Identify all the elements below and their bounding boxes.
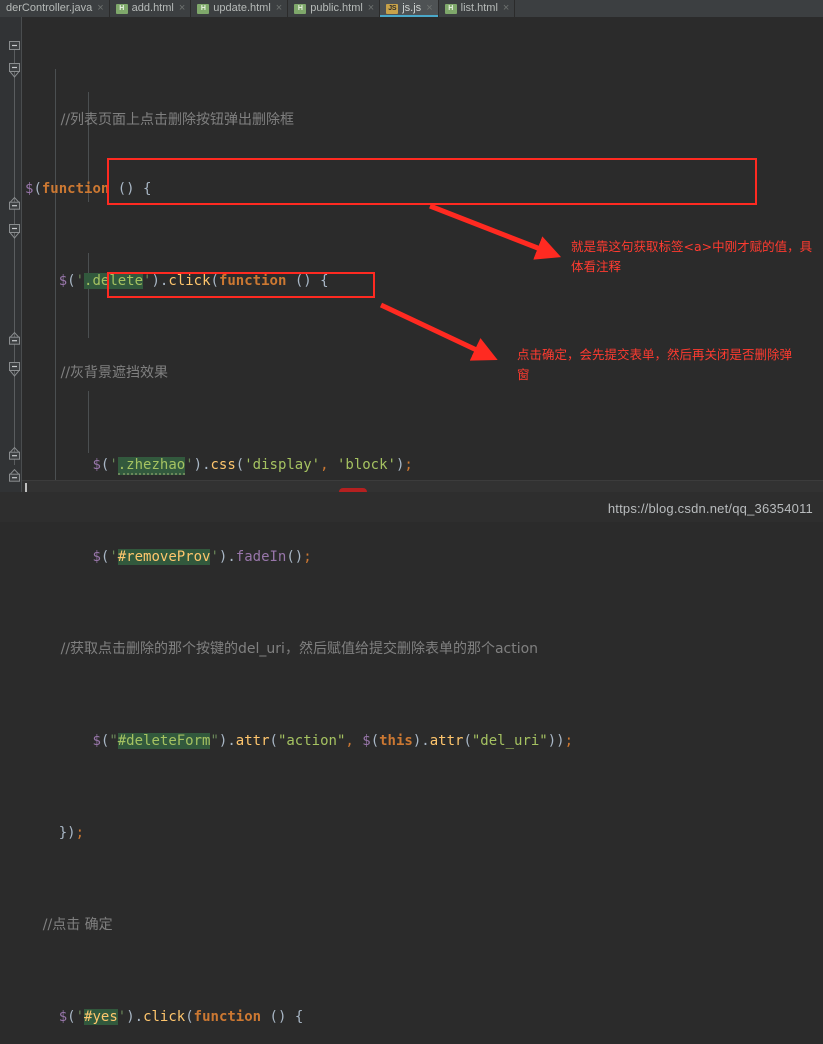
- fold-collapse-icon-root[interactable]: [8, 39, 21, 52]
- tab-add-html[interactable]: H add.html ×: [109, 0, 192, 17]
- close-icon[interactable]: ×: [96, 3, 103, 14]
- ide-window: derController.java × H add.html × H upda…: [0, 0, 823, 1025]
- watermark-url: https://blog.csdn.net/qq_36354011: [607, 501, 813, 516]
- fold-spine-inner-2: [14, 230, 15, 338]
- fold-spine-inner-1: [14, 69, 15, 203]
- js-file-icon: JS: [386, 3, 399, 14]
- code-line-1[interactable]: //列表页面上点击删除按钮弹出删除框: [22, 86, 823, 128]
- code-line-9[interactable]: });: [22, 822, 823, 845]
- tab-js-js[interactable]: JS js.js ×: [380, 0, 439, 17]
- close-icon[interactable]: ×: [367, 3, 374, 14]
- fold-spine-inner-3: [14, 368, 15, 453]
- close-icon[interactable]: ×: [502, 3, 509, 14]
- fold-end-icon-1[interactable]: [8, 197, 21, 210]
- code-line-10[interactable]: //点击 确定: [22, 914, 823, 937]
- html-file-icon: H: [294, 3, 307, 14]
- close-icon[interactable]: ×: [425, 3, 432, 14]
- annotation-submit-then-close: 点击确定，会先提交表单，然后再关闭是否删除弹窗: [517, 347, 793, 382]
- tab-list-html[interactable]: H list.html ×: [438, 0, 516, 17]
- tab-label: derController.java: [6, 2, 93, 14]
- tab-label: js.js: [402, 2, 422, 14]
- html-file-icon: H: [444, 3, 457, 14]
- fold-end-icon-root[interactable]: [8, 469, 21, 482]
- fold-collapse-icon-3[interactable]: [8, 361, 21, 377]
- code-line-2[interactable]: $(function () {: [22, 178, 823, 201]
- html-file-icon: H: [115, 3, 128, 14]
- code-token-comment: //列表页面上点击删除按钮弹出删除框: [60, 112, 295, 128]
- fold-collapse-icon-2[interactable]: [8, 223, 21, 239]
- tab-label: list.html: [460, 2, 498, 14]
- code-editor[interactable]: //列表页面上点击删除按钮弹出删除框 $(function () { $('.d…: [0, 17, 823, 1025]
- code-line-6[interactable]: $('#removeProv').fadeIn();: [22, 546, 823, 569]
- tab-label: update.html: [213, 2, 271, 14]
- fold-collapse-icon-1[interactable]: [8, 62, 21, 78]
- html-file-icon: H: [197, 3, 210, 14]
- code-line-7[interactable]: //获取点击删除的那个按键的del_uri，然后赋值给提交删除表单的那个acti…: [22, 638, 823, 661]
- tab-label: public.html: [310, 2, 363, 14]
- annotation-get-del-uri: 就是靠这句获取标签<a>中刚才赋的值，具体看注释: [571, 239, 813, 274]
- fold-end-icon-3[interactable]: [8, 447, 21, 460]
- editor-tab-bar: derController.java × H add.html × H upda…: [0, 0, 823, 17]
- tab-update-html[interactable]: H update.html ×: [191, 0, 289, 17]
- close-icon[interactable]: ×: [275, 3, 282, 14]
- code-line-5[interactable]: $('.zhezhao').css('display', 'block');: [22, 454, 823, 477]
- tab-label: add.html: [131, 2, 174, 14]
- tab-public-html[interactable]: H public.html ×: [288, 0, 381, 17]
- code-line-11[interactable]: $('#yes').click(function () {: [22, 1006, 823, 1029]
- tab-derController-java[interactable]: derController.java ×: [0, 0, 110, 17]
- close-icon[interactable]: ×: [178, 3, 185, 14]
- code-line-8[interactable]: $("#deleteForm").attr("action", $(this).…: [22, 730, 823, 753]
- fold-end-icon-2[interactable]: [8, 332, 21, 345]
